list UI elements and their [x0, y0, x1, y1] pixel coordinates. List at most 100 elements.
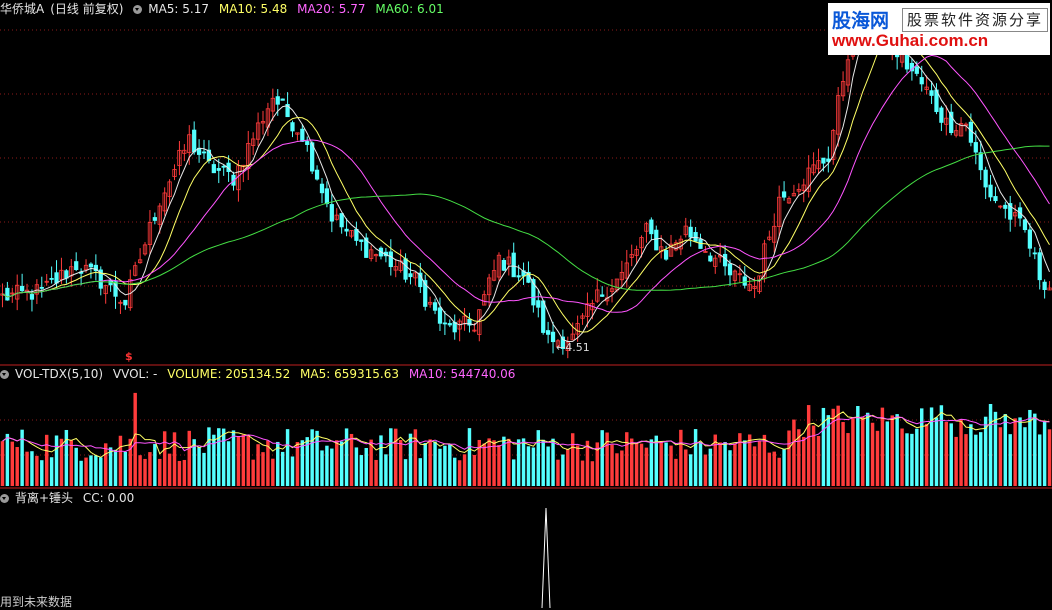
watermark-logo: 股海网 股票软件资源分享 www.Guhai.com.cn: [828, 3, 1050, 55]
volume-bar: [49, 457, 54, 486]
volume-bar: [433, 441, 437, 486]
dropdown-icon[interactable]: [0, 494, 9, 503]
candle-body: [192, 129, 197, 153]
candle-body: [600, 294, 605, 297]
volume-bar: [885, 421, 890, 486]
volume-label: VOLUME: 205134.52: [167, 367, 291, 381]
candle-body: [993, 196, 998, 202]
candle-body: [49, 278, 54, 280]
volume-bar: [875, 430, 880, 486]
watermark-brand: 股海网: [832, 10, 890, 32]
volume-bar: [939, 405, 944, 486]
volume-bar: [285, 429, 290, 486]
volume-bar: [998, 427, 1003, 486]
candles: [0, 8, 1052, 359]
ma5-line: [2, 26, 1050, 343]
candle-body: [221, 165, 226, 168]
dropdown-icon[interactable]: [0, 370, 9, 379]
volume-bar: [99, 457, 103, 486]
volume-bar: [620, 450, 624, 486]
volume-bar: [1037, 434, 1042, 486]
candle-body: [437, 307, 443, 324]
candle-body: [280, 98, 285, 101]
ma-lines: [2, 26, 1050, 343]
volume-bar: [108, 447, 113, 486]
candle-body: [654, 229, 659, 251]
volume-bar: [25, 451, 29, 486]
volume-bar: [974, 434, 978, 486]
volume-bar: [536, 430, 541, 486]
volume-bar: [615, 453, 619, 486]
volume-bar: [69, 440, 74, 486]
volume-bar: [610, 444, 614, 486]
candle-body: [359, 239, 364, 242]
volume-bar: [457, 460, 462, 486]
indicator-title[interactable]: 背离+锤头: [15, 491, 73, 505]
volume-bar: [639, 443, 644, 486]
candle-body: [501, 259, 506, 271]
dropdown-icon[interactable]: [133, 5, 143, 14]
volume-bar: [271, 458, 275, 486]
volume-bar: [644, 447, 649, 486]
stock-title[interactable]: 华侨城A: [0, 2, 44, 16]
candle-body: [727, 263, 733, 276]
volume-bar: [221, 428, 226, 486]
candle-body: [54, 272, 59, 284]
candle-body: [939, 107, 944, 123]
candle-body: [64, 270, 69, 279]
volume-bar: [516, 439, 521, 486]
volume-bar: [339, 441, 344, 486]
volume-bar: [177, 460, 182, 486]
candle-body: [20, 285, 25, 292]
volume-bar: [1033, 413, 1037, 486]
volume-bar: [674, 458, 678, 486]
candle-body: [314, 169, 320, 180]
volume-bar: [138, 455, 142, 486]
vol-title[interactable]: VOL-TDX(5,10): [15, 367, 103, 381]
candle-body: [344, 228, 349, 232]
volume-bar: [531, 447, 536, 486]
candle-body: [329, 204, 334, 222]
candle-body: [216, 168, 221, 171]
volume-bar: [861, 416, 865, 486]
volume-bar: [728, 450, 732, 486]
volume-bar: [113, 449, 118, 486]
volume-bar: [497, 445, 501, 486]
volume-bar: [172, 432, 177, 486]
volume-bar: [389, 428, 393, 486]
volume-bar: [364, 447, 368, 486]
volume-bar: [757, 441, 762, 486]
candle-body: [29, 294, 35, 300]
volume-bar: [521, 438, 526, 486]
volume-bar: [394, 428, 398, 486]
volume-bar: [949, 423, 953, 486]
volume-bar: [158, 458, 162, 486]
price-chart-svg[interactable]: [0, 0, 1052, 608]
volume-bar: [684, 449, 688, 486]
candle-body: [742, 276, 747, 286]
volume-bar: [890, 415, 894, 486]
volume-bar: [300, 440, 305, 486]
candle-body: [1022, 219, 1028, 231]
volume-bar: [733, 443, 737, 486]
ma20-label: MA20: 5.77: [297, 2, 366, 16]
volume-bar: [821, 407, 826, 486]
volume-bar: [816, 435, 821, 486]
volume-bar: [212, 434, 216, 486]
volume-bar: [241, 434, 246, 486]
volume-bar: [772, 451, 776, 486]
volume-bar: [64, 429, 69, 486]
volume-bar: [315, 430, 319, 486]
volume-bar: [128, 438, 132, 486]
volume-bar: [566, 448, 570, 486]
volume-bar: [629, 438, 634, 486]
cc-label: CC: 0.00: [82, 491, 135, 505]
volume-bar: [251, 459, 255, 486]
candle-body: [1032, 252, 1037, 255]
volume-bar: [418, 458, 423, 486]
low-price-label: ←4.51: [556, 341, 590, 354]
volume-bar: [74, 447, 78, 486]
candle-body: [919, 77, 924, 85]
volume-bar: [448, 444, 452, 486]
volume-bar: [580, 460, 585, 486]
